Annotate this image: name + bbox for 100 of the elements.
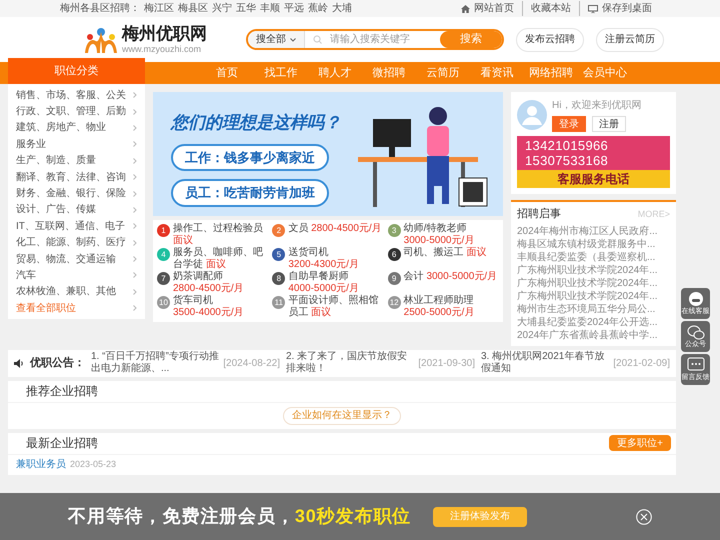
category-item[interactable]: 销售、市场、客服、公关 [8, 87, 145, 104]
sidebar-title: 职位分类 [8, 58, 145, 84]
message-icon [686, 357, 704, 373]
news-link[interactable]: 广东梅州职业技术学院2024年... [517, 264, 670, 276]
section-title: 最新企业招聘 [26, 435, 98, 452]
category-item[interactable]: 翻译、教育、法律、咨询 [8, 168, 145, 186]
job-link[interactable]: 会计 3000-5000元/月 [404, 271, 498, 283]
close-icon [636, 508, 652, 524]
wechat-icon [686, 324, 704, 340]
region-label: 梅州各县区招聘： [60, 2, 140, 16]
category-item[interactable]: 设计、广告、传媒 [8, 202, 145, 218]
header-button[interactable]: 发布云招聘 [516, 28, 584, 52]
top-link[interactable]: 网站首页 [453, 1, 522, 16]
rank-badge: 4 [157, 248, 170, 261]
section-title: 推荐企业招聘 [8, 380, 676, 402]
search-scope-dropdown[interactable]: 搜全部 [248, 31, 305, 48]
category-item[interactable]: 化工、能源、制药、医疗 [8, 234, 145, 251]
job-link[interactable]: 操作工、过程检验员 面议 [173, 223, 268, 247]
notice-link[interactable]: 3. 梅州优职网2021年春节放假通知 [481, 351, 610, 375]
job-link[interactable]: 林业工程师助理 2500-5000元/月 [404, 295, 499, 319]
banner-slogan: 工作：钱多事少离家近 [171, 144, 329, 171]
news-link[interactable]: 梅州市生态环境局五华分局公... [517, 302, 670, 316]
rank-badge: 7 [157, 272, 170, 285]
post-date: 2023-05-23 [70, 458, 116, 471]
notice-date: [2021-02-09] [613, 356, 670, 370]
category-item[interactable]: 农林牧渔、兼职、其他 [8, 284, 145, 300]
chevron-down-icon [290, 38, 296, 42]
banner-headline: 您们的理想是这样吗？ [171, 112, 342, 134]
chevron-right-icon [133, 288, 137, 295]
rank-badge: 9 [388, 272, 401, 285]
news-link[interactable]: 广东梅州职业技术学院2024年... [517, 276, 670, 290]
promo-text: 不用等待，免费注册会员，30秒发布职位 [68, 505, 412, 528]
category-item[interactable]: 财务、金融、银行、保险 [8, 185, 145, 202]
region-link[interactable]: 五华 [236, 1, 256, 16]
chevron-right-icon [133, 174, 137, 180]
category-item[interactable]: 行政、文职、管理、后勤 [8, 103, 145, 120]
news-link[interactable]: 大埔县纪委监委2024年公开选... [517, 316, 670, 328]
region-link[interactable]: 梅江区 [144, 1, 174, 16]
phone-number: 15307533168 [525, 153, 610, 168]
rank-badge: 6 [388, 248, 401, 261]
region-link[interactable]: 蕉岭 [308, 1, 328, 16]
rank-badge: 12 [388, 296, 401, 309]
job-link[interactable]: 自助早餐厨师 4000-5000元/月 [288, 271, 384, 295]
job-link[interactable]: 货车司机 3500-4000元/月 [173, 295, 268, 319]
category-item[interactable]: 建筑、房地产、物业 [8, 120, 145, 136]
news-title: 招聘启事 [517, 206, 561, 222]
chevron-right-icon [133, 124, 137, 131]
chevron-right-icon [133, 256, 137, 262]
rank-badge: 5 [272, 248, 286, 261]
notice-date: [2021-09-30] [418, 356, 475, 370]
category-item[interactable]: 汽车 [8, 267, 145, 284]
job-link[interactable]: 平面设计师、照相馆员工 面议 [288, 295, 384, 319]
phone-number: 13421015966 [525, 138, 610, 153]
search-bar[interactable]: 搜全部 请输入搜索关键字 搜索 [246, 29, 504, 50]
banner-slogan: 员工：吃苦耐劳肯加班 [171, 179, 329, 206]
chevron-right-icon [133, 272, 137, 278]
chevron-right-icon [133, 223, 137, 230]
category-item[interactable]: 服务业 [8, 136, 145, 153]
job-link[interactable]: 奶茶调配师 2800-4500元/月 [173, 271, 268, 295]
category-item[interactable]: 贸易、物流、交通运输 [8, 250, 145, 268]
people-logo-icon [84, 26, 118, 52]
rank-badge: 8 [272, 272, 286, 285]
job-link[interactable]: 服务员、咖啡师、吧台学徒 面议 [173, 247, 268, 271]
news-link[interactable]: 2024年广东省蕉岭县蕉岭中学... [517, 328, 670, 342]
hotline-caption: 客服服务电话 [517, 170, 670, 188]
news-link[interactable]: 2024年梅州市梅江区人民政府... [517, 224, 670, 238]
top-link[interactable]: 收藏本站 [522, 1, 579, 16]
chevron-right-icon [133, 305, 137, 312]
region-link[interactable]: 梅县区 [178, 1, 208, 16]
category-item[interactable]: 生产、制造、质量 [8, 152, 145, 169]
job-link[interactable]: 文员 2800-4500元/月 [288, 223, 382, 235]
chevron-right-icon [133, 141, 137, 148]
region-link[interactable]: 丰顺 [260, 1, 280, 16]
rank-badge: 3 [388, 224, 401, 237]
register-button[interactable]: 注册 [592, 116, 626, 132]
rank-badge: 2 [272, 224, 286, 237]
chevron-right-icon [133, 190, 137, 197]
job-title-link[interactable]: 兼职业务员 [16, 457, 66, 472]
rank-badge: 1 [157, 224, 170, 237]
user-avatar-icon [517, 100, 547, 130]
region-link[interactable]: 大埔 [332, 1, 352, 16]
rank-badge: 10 [157, 296, 170, 309]
category-item[interactable]: IT、互联网、通信、电子 [8, 218, 145, 235]
top-link[interactable]: 保存到桌面 [579, 1, 660, 16]
news-link[interactable]: 丰顺县纪委监委（县委巡察机... [517, 250, 670, 264]
job-link[interactable]: 送货司机 3200-4300元/月 [288, 247, 384, 271]
notice-link[interactable]: 1. “百日千万招聘”专项行动推出电力新能源、... [91, 351, 220, 375]
news-link[interactable]: 梅县区城东镇村级党群服务中... [517, 238, 670, 250]
job-link[interactable]: 幼师/特教老师 3000-5000元/月 [404, 223, 499, 247]
region-link[interactable]: 兴宁 [212, 1, 232, 16]
notice-date: [2024-08-22] [223, 356, 280, 370]
chevron-right-icon [133, 158, 137, 164]
chevron-right-icon [133, 240, 137, 246]
greeting-text: Hi，欢迎来到优职网 [552, 98, 642, 113]
notice-link[interactable]: 2. 来了来了，国庆节放假安排来啦！ [286, 351, 416, 375]
news-link[interactable]: 广东梅州职业技术学院2024年... [517, 290, 670, 302]
header-button[interactable]: 注册云简历 [596, 28, 664, 52]
region-link[interactable]: 平远 [284, 1, 304, 16]
site-logo-title: 梅州优职网 [122, 26, 207, 42]
job-link[interactable]: 司机、搬运工 面议 [404, 247, 486, 259]
